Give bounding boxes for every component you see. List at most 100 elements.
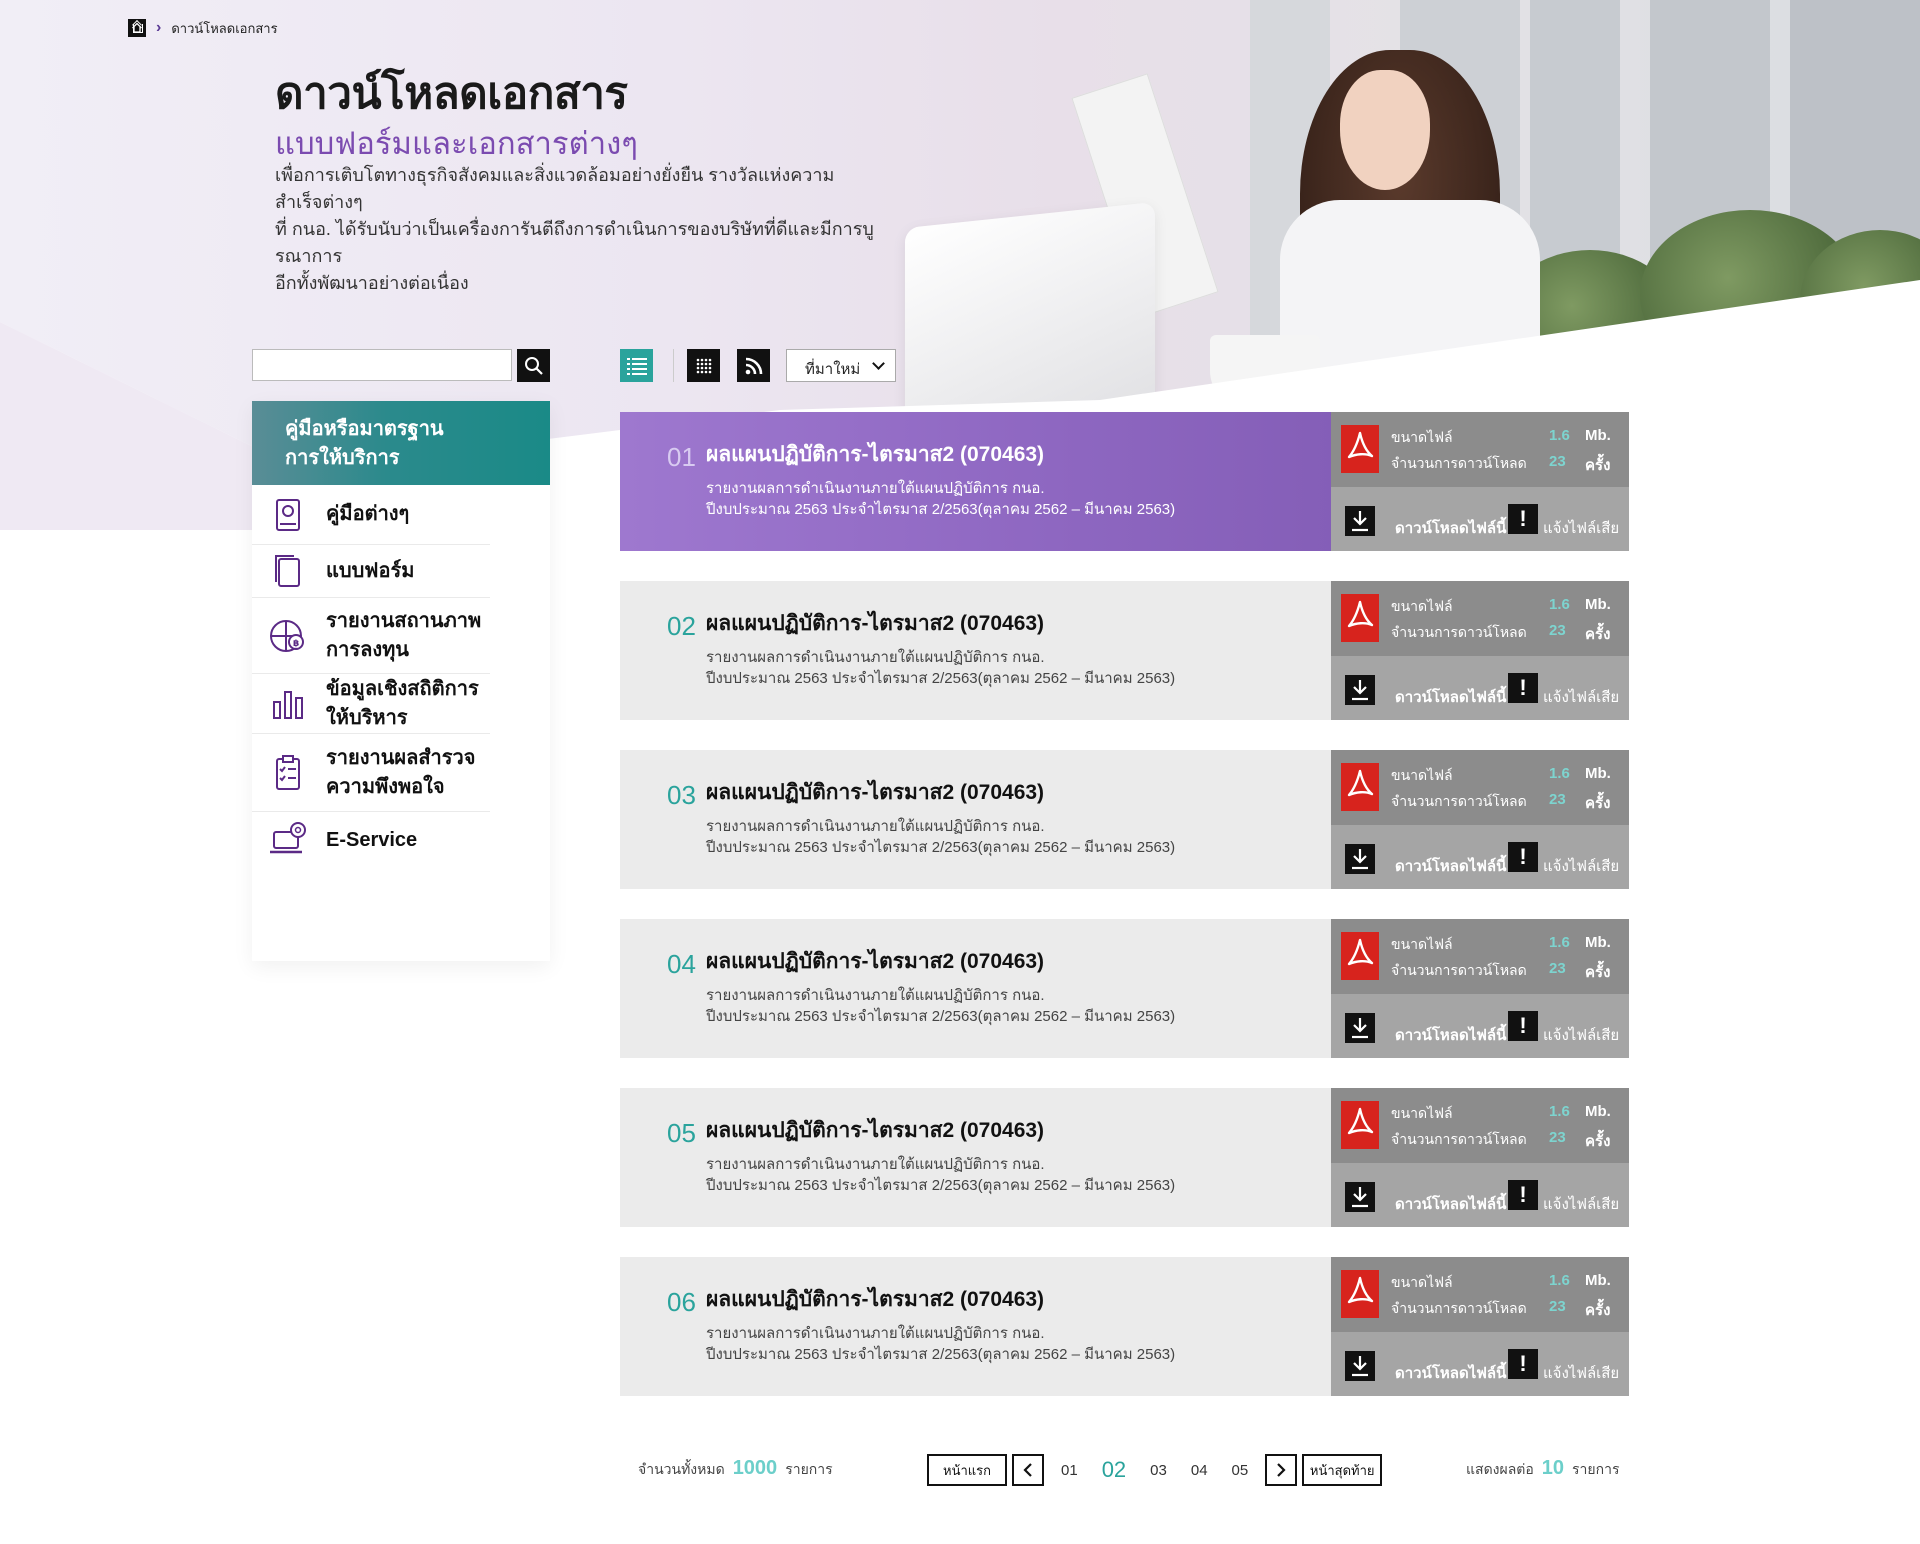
download-count-unit: ครั้ง <box>1585 457 1611 474</box>
report-broken-file-link[interactable]: แจ้งไฟล์เสีย <box>1543 1361 1619 1385</box>
file-info: ขนาดไฟล์ 1.6 Mb. จำนวนการดาวน์โหลด 23 คร… <box>1331 1088 1629 1163</box>
download-icon[interactable] <box>1345 506 1375 536</box>
sidebar-heading-line: คู่มือหรือมาตรฐาน <box>285 418 444 440</box>
pdf-icon <box>1341 932 1379 980</box>
warning-icon[interactable]: ! <box>1508 1011 1538 1041</box>
download-icon[interactable] <box>1345 1013 1375 1043</box>
search-button[interactable] <box>517 349 550 382</box>
sidebar: คู่มือหรือมาตรฐาน การให้บริการ คู่มือต่า… <box>252 401 550 961</box>
sidebar-item-satisfaction-survey[interactable]: รายงานผลสำรวจ ความพึงพอใจ <box>252 734 490 812</box>
total-count: จำนวนทั้งหมด 1000 รายการ <box>638 1457 833 1481</box>
sidebar-item-label-line: การลงทุน <box>326 638 409 661</box>
file-actions: ดาวน์โหลดไฟล์นี้ ! แจ้งไฟล์เสีย <box>1331 994 1629 1058</box>
document-card[interactable]: 03 ผลแผนปฏิบัติการ-ไตรมาส2 (070463) รายง… <box>620 750 1629 889</box>
page-number-05[interactable]: 05 <box>1232 1462 1249 1479</box>
document-file-panel: ขนาดไฟล์ 1.6 Mb. จำนวนการดาวน์โหลด 23 คร… <box>1331 750 1629 889</box>
document-file-panel: ขนาดไฟล์ 1.6 Mb. จำนวนการดาวน์โหลด 23 คร… <box>1331 412 1629 551</box>
document-title[interactable]: ผลแผนปฏิบัติการ-ไตรมาส2 (070463) <box>706 1283 1044 1316</box>
document-file-panel: ขนาดไฟล์ 1.6 Mb. จำนวนการดาวน์โหลด 23 คร… <box>1331 919 1629 1058</box>
document-description-line: ปีงบประมาณ 2563 ประจำไตรมาส 2/2563(ตุลาค… <box>706 1177 1176 1194</box>
document-title[interactable]: ผลแผนปฏิบัติการ-ไตรมาส2 (070463) <box>706 945 1044 978</box>
download-count-value: 23 <box>1549 791 1566 808</box>
grid-view-button[interactable] <box>687 349 720 382</box>
document-card[interactable]: 01 ผลแผนปฏิบัติการ-ไตรมาส2 (070463) รายง… <box>620 412 1629 551</box>
total-unit: รายการ <box>785 1461 833 1477</box>
download-button[interactable]: ดาวน์โหลดไฟล์นี้ <box>1395 1192 1506 1216</box>
grid-view-icon <box>696 358 711 373</box>
report-broken-file-link[interactable]: แจ้งไฟล์เสีย <box>1543 1023 1619 1047</box>
download-count-unit: ครั้ง <box>1585 795 1611 812</box>
page-number-03[interactable]: 03 <box>1150 1462 1167 1479</box>
file-info: ขนาดไฟล์ 1.6 Mb. จำนวนการดาวน์โหลด 23 คร… <box>1331 750 1629 825</box>
document-title[interactable]: ผลแผนปฏิบัติการ-ไตรมาส2 (070463) <box>706 438 1044 471</box>
report-broken-file-link[interactable]: แจ้งไฟล์เสีย <box>1543 1192 1619 1216</box>
last-page-button[interactable]: หน้าสุดท้าย <box>1302 1454 1383 1486</box>
sidebar-item-e-service[interactable]: E-Service <box>252 812 490 868</box>
document-card[interactable]: 02 ผลแผนปฏิบัติการ-ไตรมาส2 (070463) รายง… <box>620 581 1629 720</box>
search-input[interactable] <box>252 349 512 381</box>
download-icon[interactable] <box>1345 844 1375 874</box>
bar-chart-icon <box>273 690 303 719</box>
document-title[interactable]: ผลแผนปฏิบัติการ-ไตรมาส2 (070463) <box>706 607 1044 640</box>
chevron-left-icon <box>1023 1463 1032 1477</box>
report-broken-file-link[interactable]: แจ้งไฟล์เสีย <box>1543 685 1619 709</box>
next-page-button[interactable] <box>1265 1454 1298 1486</box>
prev-page-button[interactable] <box>1012 1454 1044 1486</box>
document-card[interactable]: 05 ผลแผนปฏิบัติการ-ไตรมาส2 (070463) รายง… <box>620 1088 1629 1227</box>
warning-icon[interactable]: ! <box>1508 504 1538 534</box>
sort-value: ที่มาใหม่ <box>805 361 861 378</box>
download-button[interactable]: ดาวน์โหลดไฟล์นี้ <box>1395 854 1506 878</box>
download-button[interactable]: ดาวน์โหลดไฟล์นี้ <box>1395 1023 1506 1047</box>
file-size-value: 1.6 <box>1549 1103 1570 1120</box>
sidebar-item-investment-report[interactable]: ฿ รายงานสถานภาพ การลงทุน <box>252 598 490 674</box>
download-count-value: 23 <box>1549 960 1566 977</box>
page-number-04[interactable]: 04 <box>1191 1462 1208 1479</box>
document-card[interactable]: 04 ผลแผนปฏิบัติการ-ไตรมาส2 (070463) รายง… <box>620 919 1629 1058</box>
sidebar-item-forms[interactable]: แบบฟอร์ม <box>252 545 490 598</box>
report-broken-file-link[interactable]: แจ้งไฟล์เสีย <box>1543 516 1619 540</box>
warning-icon[interactable]: ! <box>1508 673 1538 703</box>
download-button[interactable]: ดาวน์โหลดไฟล์นี้ <box>1395 1361 1506 1385</box>
download-icon[interactable] <box>1345 675 1375 705</box>
sort-dropdown[interactable]: ที่มาใหม่ <box>786 349 896 382</box>
file-size-value: 1.6 <box>1549 934 1570 951</box>
download-count-label: จำนวนการดาวน์โหลด <box>1391 1300 1527 1316</box>
download-icon[interactable] <box>1345 1182 1375 1212</box>
home-icon[interactable] <box>128 19 146 37</box>
document-number: 01 <box>667 442 696 472</box>
document-card[interactable]: 06 ผลแผนปฏิบัติการ-ไตรมาส2 (070463) รายง… <box>620 1257 1629 1396</box>
sidebar-item-label: คู่มือต่างๆ <box>326 503 410 525</box>
page-number-02[interactable]: 02 <box>1102 1457 1126 1483</box>
total-label: จำนวนทั้งหมด <box>638 1461 725 1477</box>
sidebar-item-label: E-Service <box>326 828 418 851</box>
page-number-01[interactable]: 01 <box>1061 1462 1078 1479</box>
file-size-label: ขนาดไฟล์ <box>1391 429 1453 445</box>
document-description-line: ปีงบประมาณ 2563 ประจำไตรมาส 2/2563(ตุลาค… <box>706 670 1176 687</box>
first-page-button[interactable]: หน้าแรก <box>927 1454 1007 1486</box>
document-title[interactable]: ผลแผนปฏิบัติการ-ไตรมาส2 (070463) <box>706 776 1044 809</box>
list-view-button[interactable] <box>620 349 653 382</box>
document-title[interactable]: ผลแผนปฏิบัติการ-ไตรมาส2 (070463) <box>706 1114 1044 1147</box>
report-broken-file-link[interactable]: แจ้งไฟล์เสีย <box>1543 854 1619 878</box>
manual-book-icon <box>276 498 300 531</box>
download-button[interactable]: ดาวน์โหลดไฟล์นี้ <box>1395 685 1506 709</box>
download-button[interactable]: ดาวน์โหลดไฟล์นี้ <box>1395 516 1506 540</box>
warning-icon[interactable]: ! <box>1508 842 1538 872</box>
document-number: 02 <box>667 611 696 641</box>
sidebar-item-statistics[interactable]: ข้อมูลเชิงสถิติการให้บริหาร <box>252 674 490 734</box>
per-page-value[interactable]: 10 <box>1542 1457 1564 1480</box>
breadcrumb-current: ดาวน์โหลดเอกสาร <box>171 20 278 36</box>
sidebar-item-manuals[interactable]: คู่มือต่างๆ <box>252 485 490 545</box>
download-count-value: 23 <box>1549 453 1566 470</box>
download-count-value: 23 <box>1549 622 1566 639</box>
warning-icon[interactable]: ! <box>1508 1180 1538 1210</box>
download-count-label: จำนวนการดาวน์โหลด <box>1391 962 1527 978</box>
rss-button[interactable] <box>737 349 770 382</box>
download-icon[interactable] <box>1345 1351 1375 1381</box>
sidebar-item-label-line: รายงานสถานภาพ <box>326 609 482 632</box>
download-count-label: จำนวนการดาวน์โหลด <box>1391 624 1527 640</box>
file-size-label: ขนาดไฟล์ <box>1391 598 1453 614</box>
sidebar-heading-line: การให้บริการ <box>285 447 400 469</box>
warning-icon[interactable]: ! <box>1508 1349 1538 1379</box>
document-number: 04 <box>667 949 696 979</box>
